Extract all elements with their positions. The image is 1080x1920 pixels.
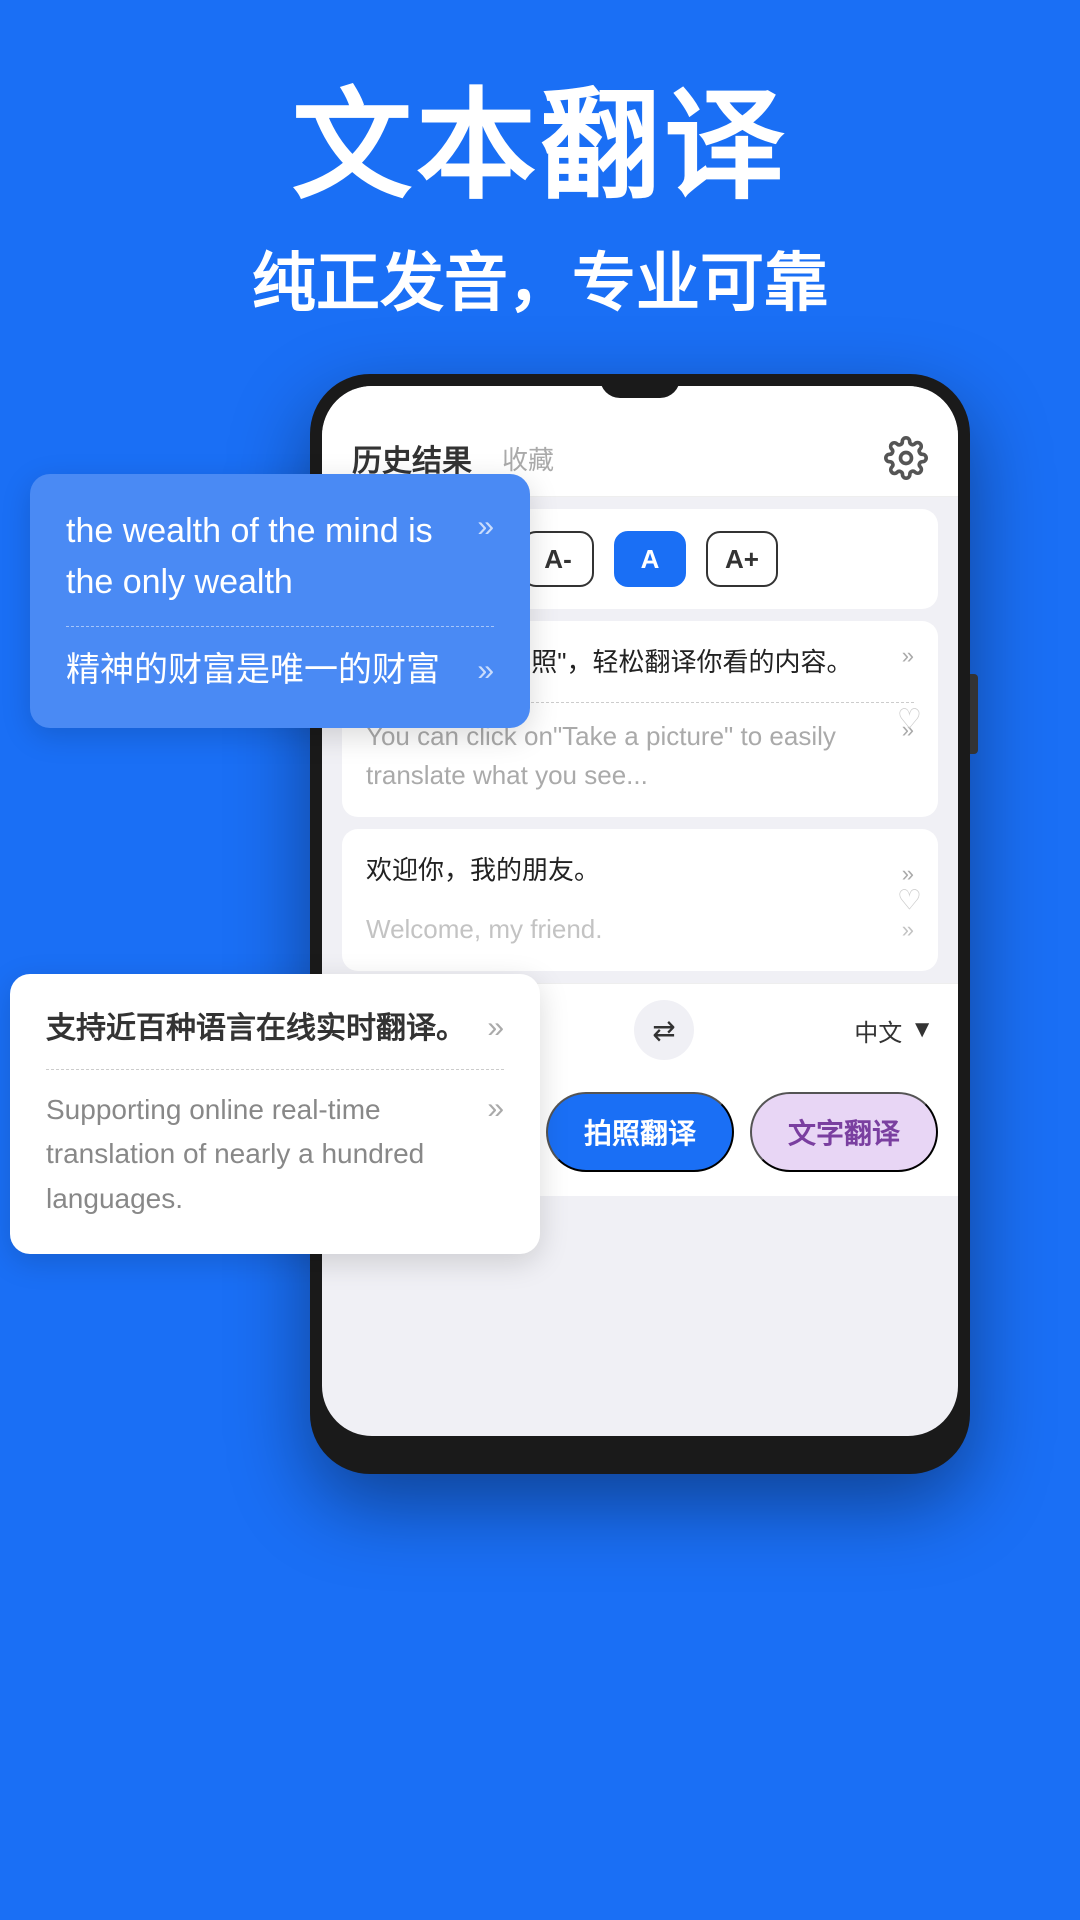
target-lang-label: 中文 <box>854 1013 902 1048</box>
floating-target-sound-icon[interactable]: » <box>477 654 494 688</box>
floating-source-sound-icon[interactable]: » <box>477 510 494 544</box>
photo-translate-button[interactable]: 拍照翻译 <box>546 1092 734 1172</box>
card1-source-sound[interactable]: » <box>902 643 914 669</box>
translation-card-2: ♡ 欢迎你，我的朋友。 » Welcome, my friend. » <box>342 829 938 971</box>
floating-bottom-target-text: Supporting online real-time translation … <box>46 1088 475 1222</box>
font-increase-button[interactable]: A+ <box>706 531 778 587</box>
swap-languages-button[interactable]: ⇄ <box>634 1000 694 1060</box>
target-lang-dropdown-icon: ▼ <box>910 1016 934 1044</box>
floating-translation-card-bottom: 支持近百种语言在线实时翻译。 » Supporting online real-… <box>10 974 540 1254</box>
floating-bottom-target-sound[interactable]: » <box>487 1092 504 1126</box>
card2-target-sound[interactable]: » <box>902 917 914 943</box>
font-normal-button[interactable]: A <box>614 531 686 587</box>
card1-target-text: You can click on"Take a picture" to easi… <box>366 717 896 795</box>
floating-bottom-source-sound[interactable]: » <box>487 1011 504 1045</box>
settings-icon[interactable] <box>884 436 928 480</box>
font-decrease-button[interactable]: A- <box>522 531 594 587</box>
card2-source-text: 欢迎你，我的朋友。 <box>366 851 896 890</box>
app-page: 文本翻译 纯正发音，专业可靠 the wealth of the mind is… <box>0 0 1080 1920</box>
floating-source-text: the wealth of the mind is the only wealt… <box>66 506 465 608</box>
target-language-selector[interactable]: 中文 ▼ <box>854 1013 934 1048</box>
favorite-icon-1[interactable]: ♡ <box>897 703 922 736</box>
floating-bottom-divider <box>46 1069 504 1070</box>
favorites-tab[interactable]: 收藏 <box>502 440 554 477</box>
card2-target-text: Welcome, my friend. <box>366 910 896 949</box>
text-translate-button[interactable]: 文字翻译 <box>750 1092 938 1172</box>
phone-side-button <box>970 674 978 754</box>
phone-notch <box>600 374 680 398</box>
floating-target-text: 精神的财富是唯一的财富 <box>66 645 440 696</box>
card-divider <box>66 626 494 627</box>
header-section: 文本翻译 纯正发音，专业可靠 <box>0 0 1080 374</box>
floating-translation-card-top: the wealth of the mind is the only wealt… <box>30 474 530 728</box>
floating-bottom-source-text: 支持近百种语言在线实时翻译。 <box>46 1006 466 1051</box>
main-subtitle: 纯正发音，专业可靠 <box>60 232 1020 324</box>
main-title: 文本翻译 <box>60 80 1020 212</box>
